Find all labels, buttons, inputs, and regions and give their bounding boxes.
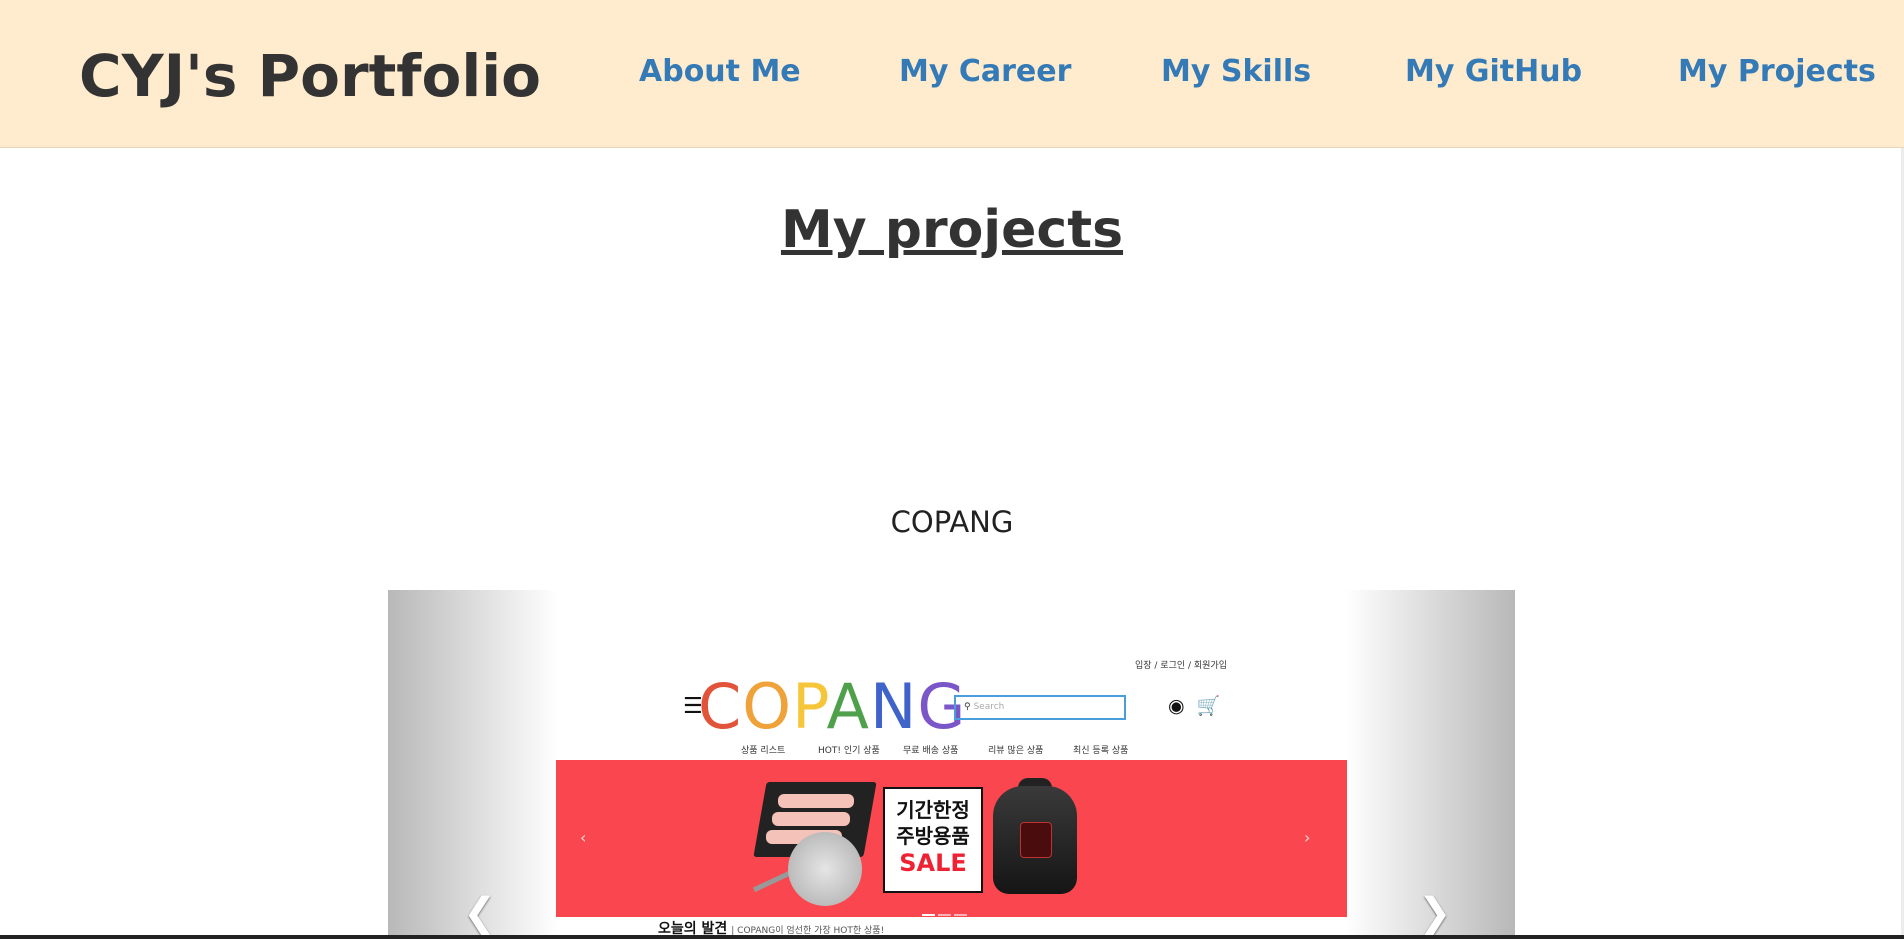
bacon-strip [778, 794, 854, 808]
screenshot-search-box: ⚲ Search [954, 695, 1126, 720]
screenshot-category: 무료 배송 상품 [903, 746, 959, 756]
chevron-left-icon[interactable]: ❮ [463, 890, 497, 936]
logo-letter: N [869, 670, 918, 743]
screenshot-category: HOT! 인기 상품 [818, 746, 880, 756]
sale-line-2: 주방용품 [896, 824, 970, 848]
banner-indicator [938, 914, 951, 916]
project-screenshot: 입장 / 로그인 / 회원가입 ☰ COPANG ⚲ Search ◉ 🛒 상품… [556, 590, 1347, 939]
brand-title[interactable]: CYJ's Portfolio [79, 40, 541, 112]
banner-next-icon: › [1304, 828, 1311, 847]
frying-pan-image [788, 832, 862, 906]
banner-indicator [954, 914, 967, 916]
nav-my-github[interactable]: My GitHub [1405, 52, 1582, 92]
nav-my-projects[interactable]: My Projects [1678, 52, 1876, 92]
page-title: My projects [780, 200, 1124, 260]
screenshot-logo: COPANG [698, 672, 966, 742]
project-name: COPANG [890, 505, 1014, 539]
project-carousel[interactable]: 입장 / 로그인 / 회원가입 ☰ COPANG ⚲ Search ◉ 🛒 상품… [388, 590, 1515, 939]
screenshot-logo-text: COPANG [698, 670, 966, 743]
sale-box: 기간한정 주방용품 SALE [883, 787, 983, 893]
sale-line-1: 기간한정 [896, 798, 970, 822]
screenshot-top-links: 입장 / 로그인 / 회원가입 [1134, 661, 1227, 671]
banner-indicators [922, 901, 970, 920]
screenshot-category: 최신 등록 상품 [1073, 746, 1129, 756]
banner-indicator [922, 914, 935, 916]
navbar: CYJ's Portfolio About Me My Career My Sk… [0, 0, 1904, 148]
carousel-next-button[interactable] [1345, 590, 1515, 939]
screenshot-category: 상품 리스트 [741, 746, 786, 756]
cart-icon: 🛒 [1196, 695, 1221, 717]
nav-my-skills[interactable]: My Skills [1161, 52, 1311, 92]
nav-my-career[interactable]: My Career [899, 52, 1071, 92]
user-icon: ◉ [1168, 695, 1185, 717]
screenshot-category: 리뷰 많은 상품 [988, 746, 1044, 756]
carousel-prev-button[interactable] [388, 590, 558, 939]
search-icon: ⚲ [964, 702, 971, 712]
screenshot-header-icons: ◉ 🛒 [1168, 694, 1220, 717]
chevron-right-icon[interactable]: ❯ [1418, 890, 1452, 936]
bacon-strip [772, 812, 850, 826]
rice-cooker-panel [1020, 822, 1052, 858]
logo-letter: C [698, 670, 743, 743]
logo-letter: A [826, 670, 870, 743]
sale-word: SALE [899, 849, 967, 877]
screenshot-search-placeholder: Search [973, 702, 1005, 712]
nav-about-me[interactable]: About Me [639, 52, 801, 92]
logo-letter: O [742, 670, 793, 743]
screenshot-banner: ‹ › 기간한정 주방용품 SALE [556, 760, 1347, 917]
banner-prev-icon: ‹ [580, 828, 587, 847]
logo-letter: P [792, 670, 827, 743]
bottom-edge [0, 935, 1904, 939]
